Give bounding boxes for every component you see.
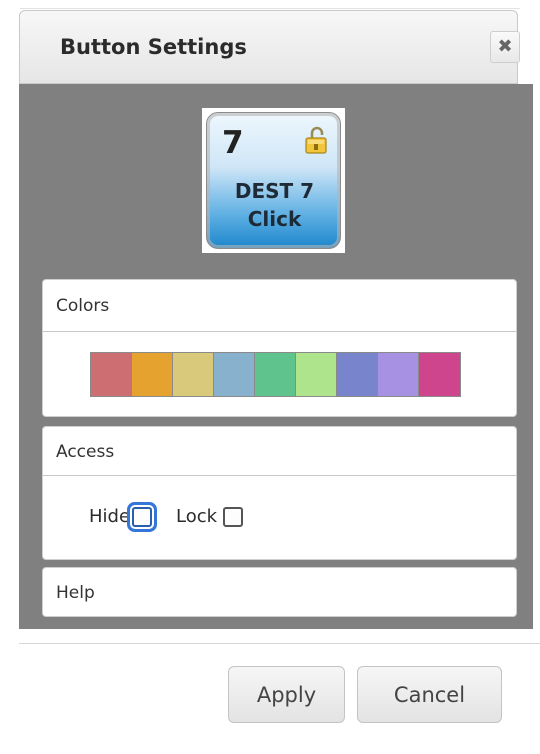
top-separator <box>20 8 520 9</box>
color-swatch-7[interactable] <box>337 353 378 396</box>
button-number: 7 <box>222 125 244 161</box>
color-swatch-6[interactable] <box>296 353 337 396</box>
access-options: Hide Lock <box>89 506 244 527</box>
unlocked-padlock-icon <box>305 126 327 154</box>
apply-button[interactable]: Apply <box>228 666 345 723</box>
color-swatch-4[interactable] <box>214 353 255 396</box>
access-divider <box>43 475 516 476</box>
button-preview-frame: 7 DEST 7 Click <box>202 108 345 253</box>
colors-section-header[interactable]: Colors <box>43 296 516 316</box>
close-button[interactable]: ✖ <box>490 31 520 63</box>
hide-label[interactable]: Hide <box>89 506 130 527</box>
color-swatch-3[interactable] <box>173 353 214 396</box>
footer-separator <box>19 643 540 644</box>
close-icon: ✖ <box>497 36 513 57</box>
color-swatch-8[interactable] <box>378 353 419 396</box>
help-section: Help <box>42 567 517 617</box>
cancel-button[interactable]: Cancel <box>357 666 502 723</box>
help-section-header[interactable]: Help <box>43 583 516 603</box>
color-swatch-2[interactable] <box>132 353 173 396</box>
button-label-line1: DEST 7 <box>234 179 315 203</box>
hide-checkbox[interactable] <box>132 506 153 527</box>
button-preview[interactable]: 7 DEST 7 Click <box>206 112 341 249</box>
dialog-title: Button Settings <box>60 35 247 59</box>
lock-checkbox[interactable] <box>223 506 244 527</box>
color-swatch-palette <box>90 352 461 397</box>
color-swatch-9[interactable] <box>419 353 460 396</box>
access-section-header[interactable]: Access <box>43 442 516 462</box>
access-section: Access Hide Lock <box>42 426 517 560</box>
button-label-line2: Click <box>247 207 302 231</box>
colors-section: Colors <box>42 279 517 417</box>
dialog-header: Button Settings ✖ <box>19 10 520 84</box>
color-swatch-5[interactable] <box>255 353 296 396</box>
colors-divider <box>43 331 516 332</box>
color-swatch-1[interactable] <box>91 353 132 396</box>
lock-label[interactable]: Lock <box>176 506 217 527</box>
